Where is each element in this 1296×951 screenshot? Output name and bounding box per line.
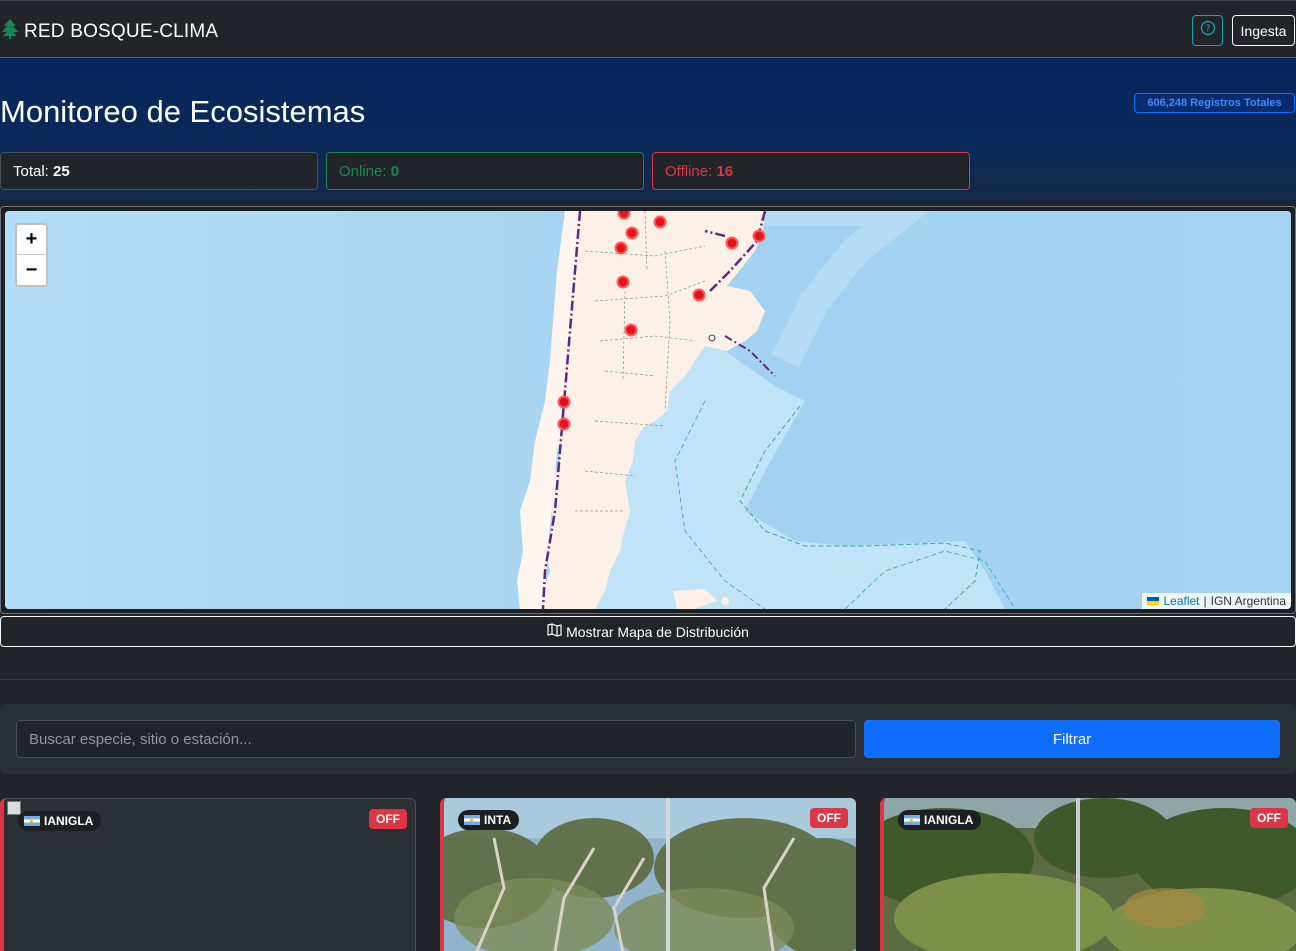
org-badge: INTA [458, 810, 520, 830]
org-badge: IANIGLA [18, 811, 102, 831]
filter-bar: Filtrar [0, 704, 1296, 774]
org-name: IANIGLA [44, 814, 94, 828]
filter-button[interactable]: Filtrar [864, 720, 1280, 758]
zoom-control: + − [15, 223, 48, 287]
section-divider [0, 679, 1296, 680]
leaflet-link[interactable]: Leaflet [1163, 594, 1199, 608]
org-name: IANIGLA [924, 813, 974, 827]
station-card[interactable]: INTA OFF [440, 798, 856, 951]
stat-online: Online: 0 [326, 152, 644, 190]
search-input[interactable] [16, 720, 856, 758]
org-badge: IANIGLA [898, 810, 982, 830]
stat-total-label: Total: [13, 163, 49, 180]
attribution-source: IGN Argentina [1210, 594, 1286, 608]
zoom-in-button[interactable]: + [17, 225, 46, 255]
org-name: INTA [484, 813, 512, 827]
zoom-out-button[interactable]: − [17, 255, 46, 285]
map-container: + − Leaflet | IGN Argentina [0, 206, 1296, 614]
station-card[interactable]: IANIGLA OFF [880, 798, 1296, 951]
broken-image-icon [7, 801, 21, 815]
status-badge: OFF [1250, 808, 1288, 828]
map-attribution: Leaflet | IGN Argentina [1142, 593, 1291, 609]
station-map[interactable]: + − Leaflet | IGN Argentina [5, 211, 1291, 609]
map-tiles [5, 211, 1291, 609]
stat-online-label: Online: [339, 163, 387, 180]
stat-total: Total: 25 [0, 152, 318, 190]
navbar: RED BOSQUE-CLIMA ? Ingesta [0, 0, 1296, 58]
argentina-flag-icon [904, 815, 920, 825]
map-toggle-label: Mostrar Mapa de Distribución [566, 623, 749, 640]
argentina-flag-icon [464, 815, 480, 825]
map-icon [547, 623, 562, 640]
svg-text:?: ? [1205, 24, 1210, 35]
stat-online-value: 0 [390, 163, 400, 180]
stat-total-value: 25 [53, 163, 70, 180]
attribution-separator: | [1203, 594, 1207, 608]
argentina-flag-icon [24, 816, 40, 826]
records-badge: 606,248 Registros Totales [1134, 93, 1295, 113]
question-circle-icon: ? [1200, 20, 1216, 41]
stat-offline-value: 16 [716, 163, 734, 180]
help-button[interactable]: ? [1192, 15, 1223, 46]
stat-offline: Offline: 16 [652, 152, 970, 190]
stat-offline-label: Offline: [665, 163, 713, 180]
ingesta-button[interactable]: Ingesta [1232, 15, 1295, 46]
station-card[interactable]: IANIGLA OFF [0, 798, 416, 951]
ukraine-flag-icon [1147, 597, 1160, 605]
status-badge: OFF [369, 809, 407, 829]
brand-title: RED BOSQUE-CLIMA [24, 20, 219, 42]
status-badge: OFF [810, 808, 848, 828]
page-title: Monitoreo de Ecosistemas [0, 94, 366, 129]
map-toggle-button[interactable]: Mostrar Mapa de Distribución [0, 616, 1296, 647]
brand[interactable]: RED BOSQUE-CLIMA [2, 19, 218, 44]
tree-icon [2, 19, 18, 44]
